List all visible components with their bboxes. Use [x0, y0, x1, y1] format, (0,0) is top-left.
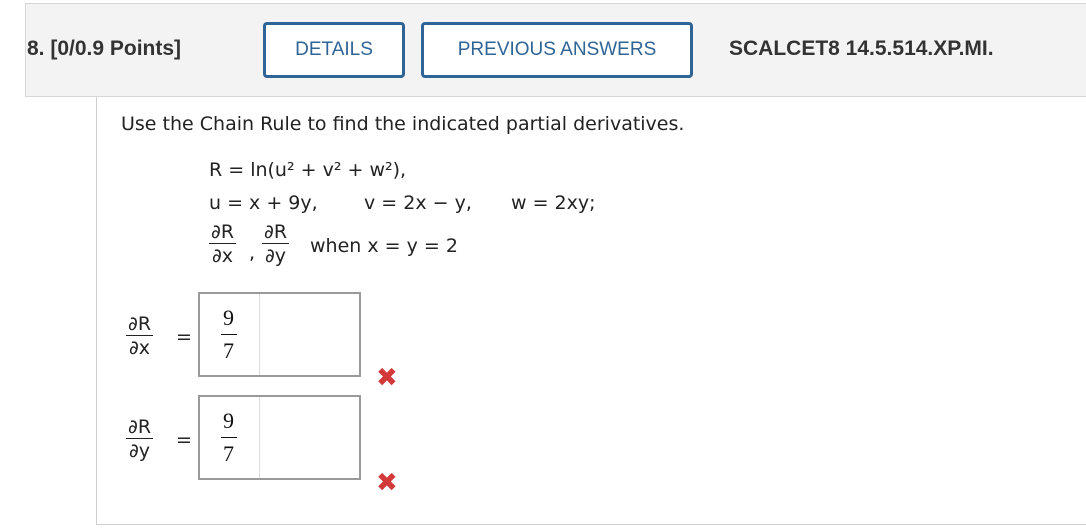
- evaluation-condition: when x = y = 2: [310, 235, 458, 257]
- equals-sign: =: [176, 429, 192, 451]
- fraction-bar: [220, 334, 237, 335]
- w-definition: w = 2xy;: [511, 192, 596, 214]
- answer-numerator: 9: [223, 305, 234, 330]
- problem-prompt: Use the Chain Rule to find the indicated…: [121, 113, 685, 135]
- answer-value-dr-dy: 9 7: [198, 397, 260, 478]
- answer-label-dr-dy: ∂R ∂y: [126, 416, 154, 463]
- answer-denominator: 7: [223, 441, 234, 466]
- answer-value-dr-dx: 9 7: [198, 294, 260, 375]
- details-button[interactable]: DETAILS: [263, 22, 405, 78]
- equals-sign: =: [176, 326, 192, 348]
- partial-denominator: ∂x: [211, 245, 234, 267]
- v-definition: v = 2x − y,: [364, 192, 472, 214]
- previous-answers-button[interactable]: PREVIOUS ANSWERS: [421, 22, 693, 78]
- question-number: 8. [0/0.9 Points]: [27, 37, 182, 60]
- incorrect-icon: ✖: [376, 468, 398, 498]
- answer-denominator: 7: [223, 338, 234, 363]
- partial-numerator: ∂R: [264, 221, 288, 243]
- u-definition: u = x + 9y,: [209, 192, 318, 214]
- label-numerator: ∂R: [128, 416, 152, 438]
- label-numerator: ∂R: [128, 313, 152, 335]
- answer-label-dr-dx: ∂R ∂x: [126, 313, 154, 360]
- fraction-bar: [220, 437, 237, 438]
- r-definition: R = ln(u² + v² + w²),: [209, 159, 407, 181]
- label-denominator: ∂y: [128, 440, 151, 462]
- answer-numerator: 9: [223, 408, 234, 433]
- textbook-reference: SCALCET8 14.5.514.XP.MI.: [729, 37, 994, 60]
- partial-r-x-fraction: ∂R ∂x: [209, 221, 237, 268]
- partial-numerator: ∂R: [211, 221, 235, 243]
- partial-denominator: ∂y: [264, 245, 287, 267]
- incorrect-icon: ✖: [376, 363, 398, 393]
- partial-r-y-fraction: ∂R ∂y: [262, 221, 290, 268]
- label-denominator: ∂x: [128, 337, 151, 359]
- comma-separator: ,: [249, 242, 256, 264]
